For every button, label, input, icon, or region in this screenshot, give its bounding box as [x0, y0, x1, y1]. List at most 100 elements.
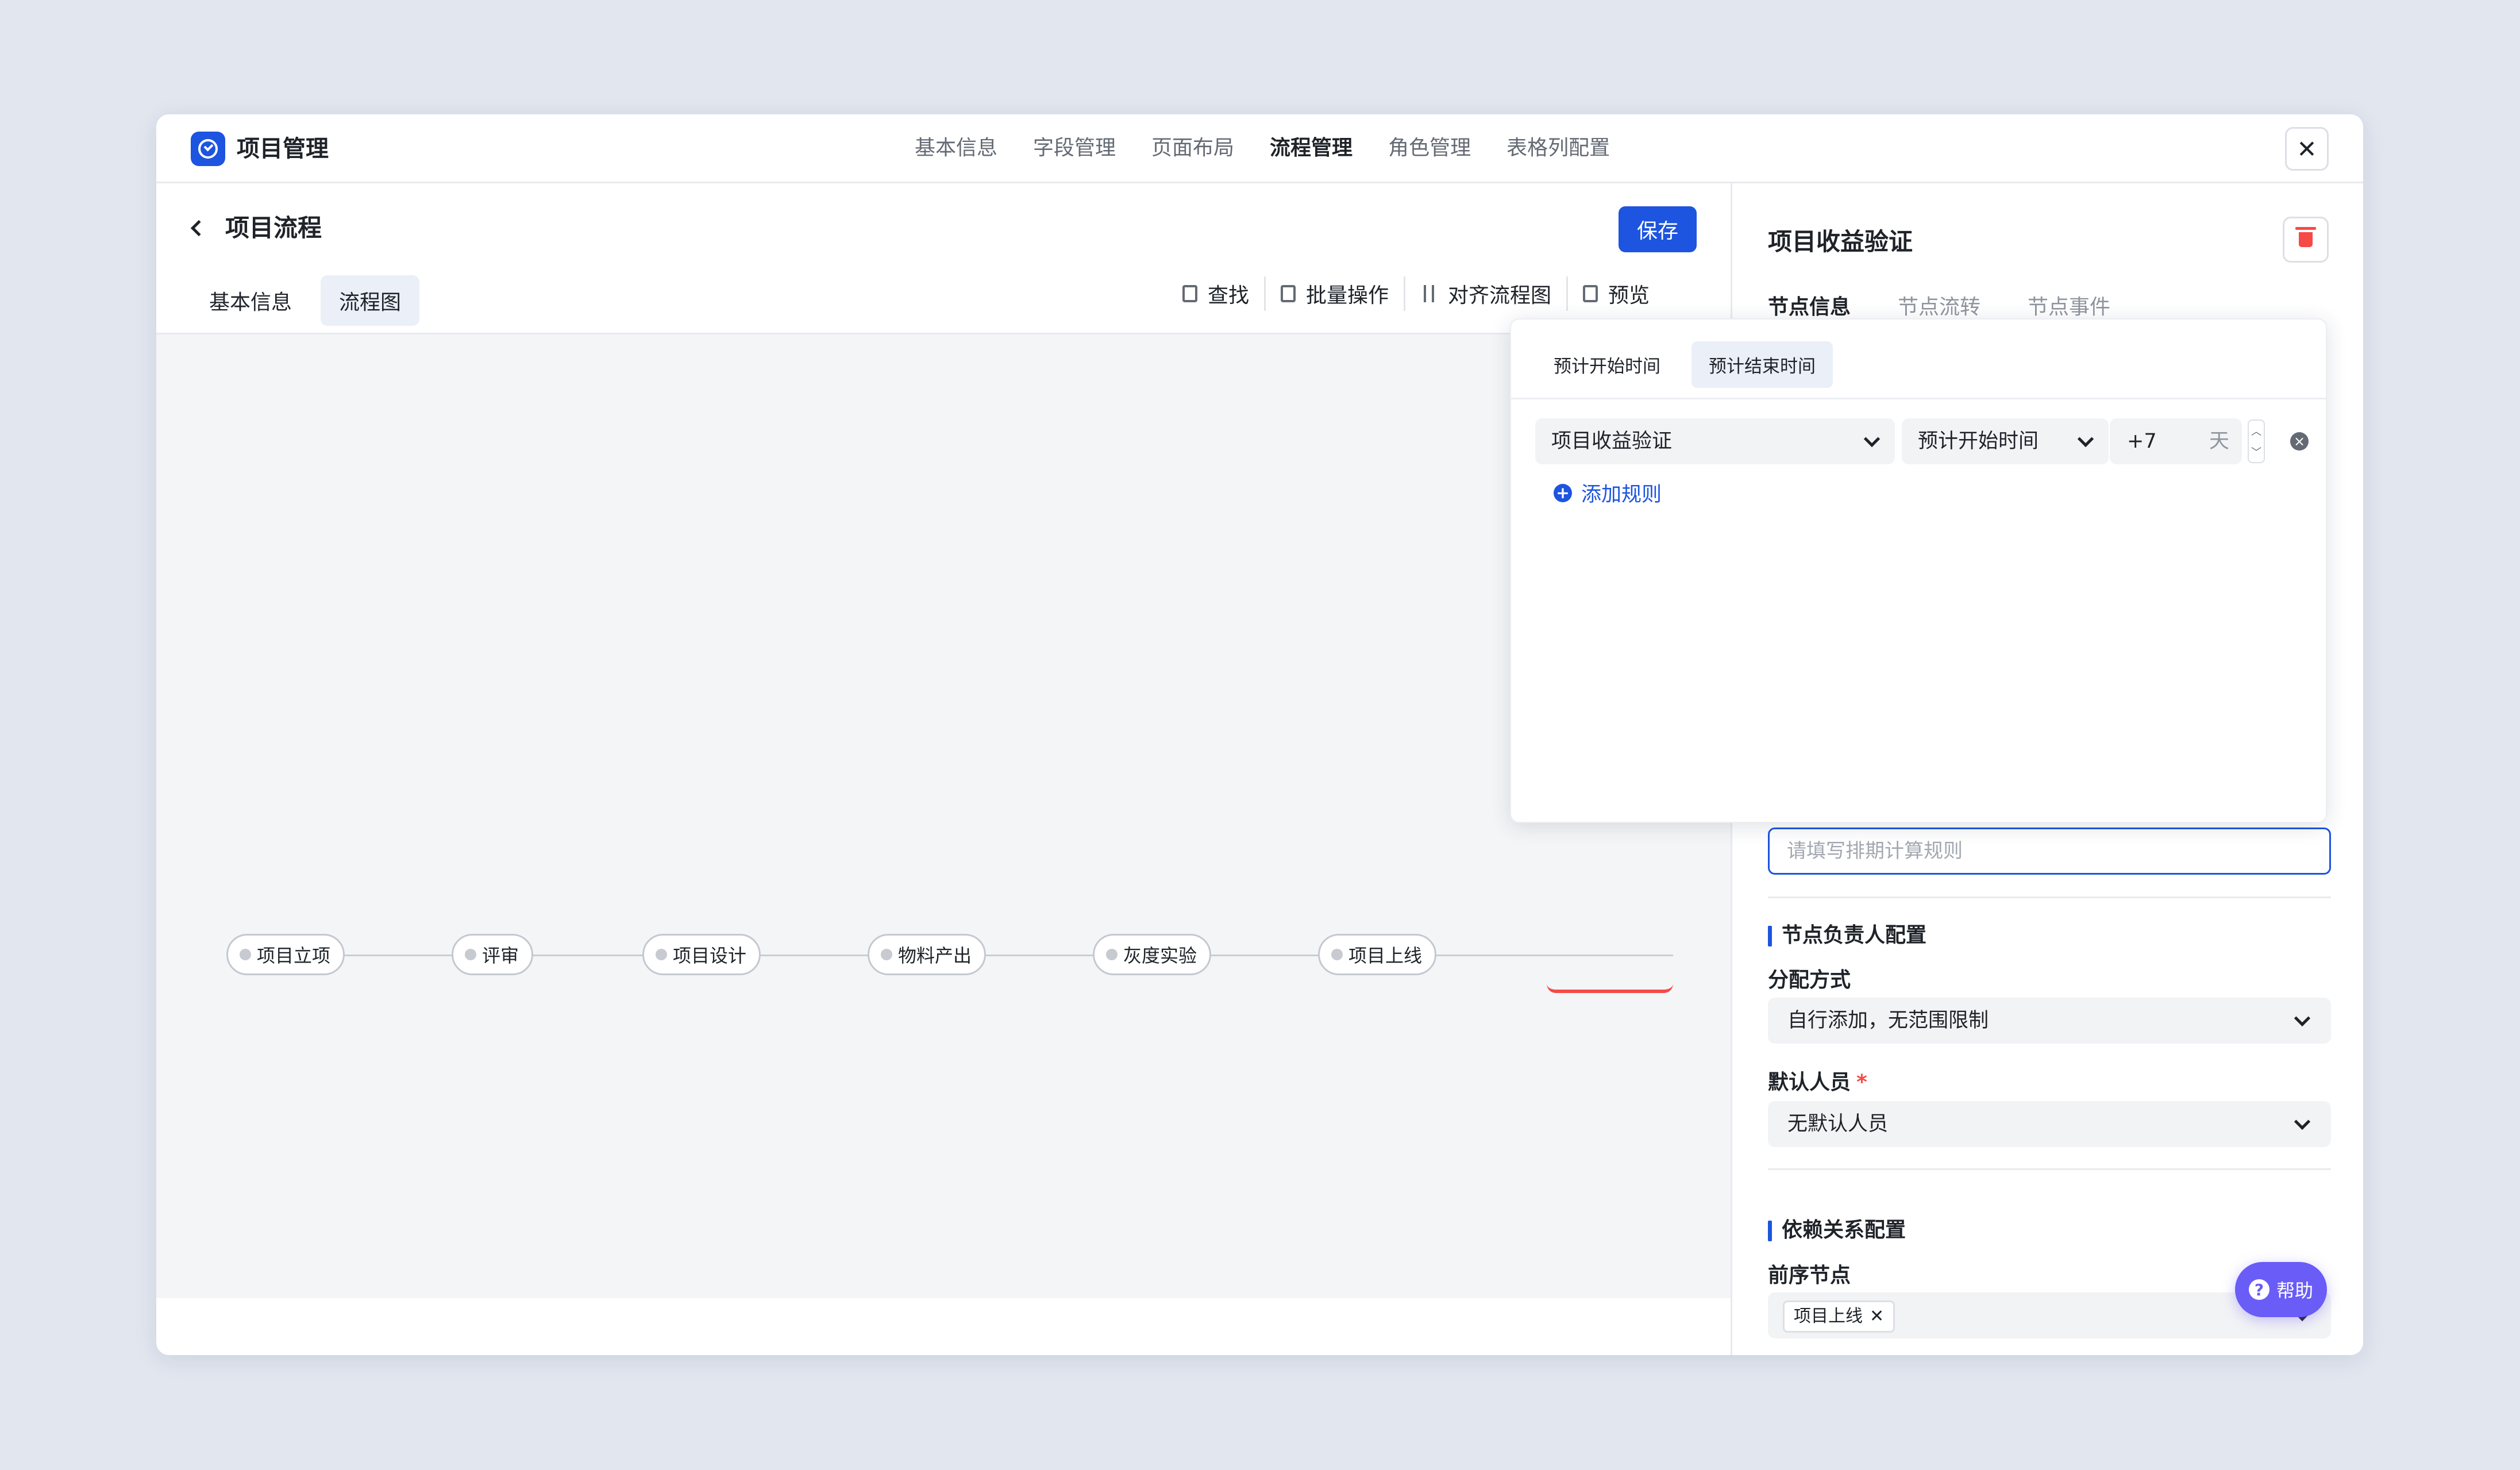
nav-basic-info[interactable]: 基本信息: [915, 132, 997, 165]
default-person-label: 默认人员 *: [1768, 1068, 1867, 1097]
schedule-rule-input[interactable]: 请填写排期计算规则: [1768, 828, 2331, 875]
preview-icon: [1583, 285, 1598, 302]
page-title: 项目流程: [225, 214, 322, 242]
flow-toolbar: 查找 批量操作 对齐流程图 预览: [1167, 276, 1664, 311]
assign-value: 自行添加，无范围限制: [1787, 1009, 1989, 1032]
nav-field-management[interactable]: 字段管理: [1033, 132, 1116, 165]
offset-input[interactable]: +7 天: [2110, 418, 2242, 464]
default-person-value: 无默认人员: [1787, 1113, 1889, 1136]
chevron-down-icon: [2294, 1010, 2311, 1027]
trash-icon: [2295, 227, 2316, 247]
top-bar: 项目管理 基本信息 字段管理 页面布局 流程管理 角色管理 表格列配置 ✕: [156, 114, 2363, 183]
batch-button[interactable]: 批量操作: [1266, 276, 1406, 311]
help-button[interactable]: ? 帮助: [2235, 1262, 2327, 1317]
chevron-down-icon: [2294, 1113, 2311, 1130]
flow-tabs: 基本信息 流程图: [191, 275, 420, 326]
default-person-select[interactable]: 无默认人员: [1768, 1101, 2331, 1147]
tab-basic-info[interactable]: 基本信息: [191, 275, 310, 326]
delete-node-button[interactable]: [2283, 217, 2329, 263]
prev-node-tag: 项目上线 ✕: [1783, 1300, 1895, 1333]
help-label: 帮助: [2276, 1280, 2313, 1302]
app-logo-icon: [191, 132, 225, 166]
flow-node-label: 评审: [482, 945, 519, 967]
schedule-rule-popover: 预计开始时间 预计结束时间 项目收益验证 预计开始时间 +7 天 ︿ ﹀ × +…: [1510, 318, 2327, 823]
copy-icon: [1281, 285, 1296, 302]
popover-tabs: 预计开始时间 预计结束时间: [1536, 341, 1833, 388]
node-dot-icon: [1106, 949, 1118, 960]
batch-label: 批量操作: [1306, 284, 1389, 307]
top-nav: 基本信息 字段管理 页面布局 流程管理 角色管理 表格列配置: [915, 132, 1610, 165]
node-tabs: 节点信息 节点流转 节点事件: [1768, 290, 2110, 320]
rule-node-select[interactable]: 项目收益验证: [1535, 418, 1895, 464]
remove-rule-icon[interactable]: ×: [2290, 432, 2309, 451]
owner-section-title: 节点负责人配置: [1768, 921, 1926, 950]
save-button[interactable]: 保存: [1619, 206, 1697, 252]
assign-label: 分配方式: [1768, 968, 1851, 992]
find-icon: [1182, 285, 1197, 302]
node-dot-icon: [465, 949, 476, 960]
add-rule-label: 添加规则: [1581, 483, 1662, 506]
align-icon: [1420, 285, 1438, 302]
required-mark: *: [1856, 1071, 1867, 1094]
tab-expected-start[interactable]: 预计开始时间: [1536, 341, 1678, 388]
flow-editor-panel: 项目流程 保存 基本信息 流程图 查找 批量操作 对齐流程图 预览 项目立项 评…: [156, 183, 1731, 1355]
back-chevron-icon[interactable]: [190, 220, 207, 237]
find-label: 查找: [1208, 284, 1250, 307]
stepper-down-icon[interactable]: ﹀: [2251, 444, 2261, 459]
flow-node[interactable]: 评审: [452, 934, 534, 975]
divider: [1768, 1168, 2331, 1170]
nav-role-management[interactable]: 角色管理: [1388, 132, 1471, 165]
tab-node-info[interactable]: 节点信息: [1768, 290, 1851, 320]
offset-unit: 天: [2209, 430, 2229, 453]
rule-node-value: 项目收益验证: [1551, 430, 1673, 453]
chevron-down-icon: [1863, 430, 1881, 448]
add-rule-button[interactable]: + 添加规则: [1554, 478, 1662, 507]
nav-flow-management[interactable]: 流程管理: [1270, 132, 1353, 165]
selected-node-edge[interactable]: [1547, 984, 1673, 993]
offset-stepper[interactable]: ︿ ﹀: [2248, 420, 2265, 463]
flow-node-label: 物料产出: [898, 945, 972, 967]
node-dot-icon: [656, 949, 667, 960]
nav-page-layout[interactable]: 页面布局: [1151, 132, 1234, 165]
nav-table-column-config[interactable]: 表格列配置: [1506, 132, 1610, 165]
rule-field-select[interactable]: 预计开始时间: [1902, 418, 2109, 464]
node-dot-icon: [240, 949, 251, 960]
tab-node-transition[interactable]: 节点流转: [1898, 290, 1980, 320]
flow-node[interactable]: 物料产出: [868, 934, 987, 975]
remove-tag-icon[interactable]: ✕: [1870, 1306, 1884, 1326]
flow-node[interactable]: 灰度实验: [1093, 934, 1212, 975]
flow-canvas[interactable]: 项目立项 评审 项目设计 物料产出 灰度实验 项目上线: [156, 333, 1731, 1298]
flow-node-label: 项目设计: [673, 945, 747, 967]
chevron-down-icon: [2077, 430, 2094, 448]
divider: [1511, 398, 2326, 399]
app-title: 项目管理: [237, 136, 329, 162]
flow-node[interactable]: 项目立项: [226, 934, 345, 975]
assign-select[interactable]: 自行添加，无范围限制: [1768, 998, 2331, 1044]
dependency-section-title: 依赖关系配置: [1768, 1216, 1906, 1245]
stepper-up-icon[interactable]: ︿: [2251, 424, 2261, 438]
preview-label: 预览: [1608, 284, 1650, 307]
plus-circle-icon: +: [1554, 483, 1572, 502]
prev-node-label: 前序节点: [1768, 1264, 1851, 1287]
flow-node-label: 项目立项: [257, 945, 331, 967]
node-title: 项目收益验证: [1768, 228, 1913, 256]
tab-expected-end[interactable]: 预计结束时间: [1691, 341, 1833, 388]
align-label: 对齐流程图: [1448, 284, 1552, 307]
default-person-label-text: 默认人员: [1768, 1071, 1851, 1094]
flow-node-label: 灰度实验: [1123, 945, 1197, 967]
tab-flow-chart[interactable]: 流程图: [321, 275, 420, 326]
close-icon: ✕: [2296, 134, 2317, 163]
flow-node[interactable]: 项目设计: [642, 934, 761, 975]
close-button[interactable]: ✕: [2285, 127, 2329, 171]
page-header: 项目流程: [190, 211, 322, 245]
prev-node-tag-label: 项目上线: [1794, 1306, 1863, 1326]
align-button[interactable]: 对齐流程图: [1405, 276, 1569, 311]
find-button[interactable]: 查找: [1167, 276, 1266, 311]
rule-field-value: 预计开始时间: [1918, 430, 2039, 453]
tab-node-events[interactable]: 节点事件: [2028, 290, 2110, 320]
preview-button[interactable]: 预览: [1568, 276, 1664, 311]
divider: [1768, 896, 2331, 898]
flow-node-label: 项目上线: [1348, 945, 1423, 967]
node-dot-icon: [1331, 949, 1343, 960]
flow-node[interactable]: 项目上线: [1318, 934, 1437, 975]
